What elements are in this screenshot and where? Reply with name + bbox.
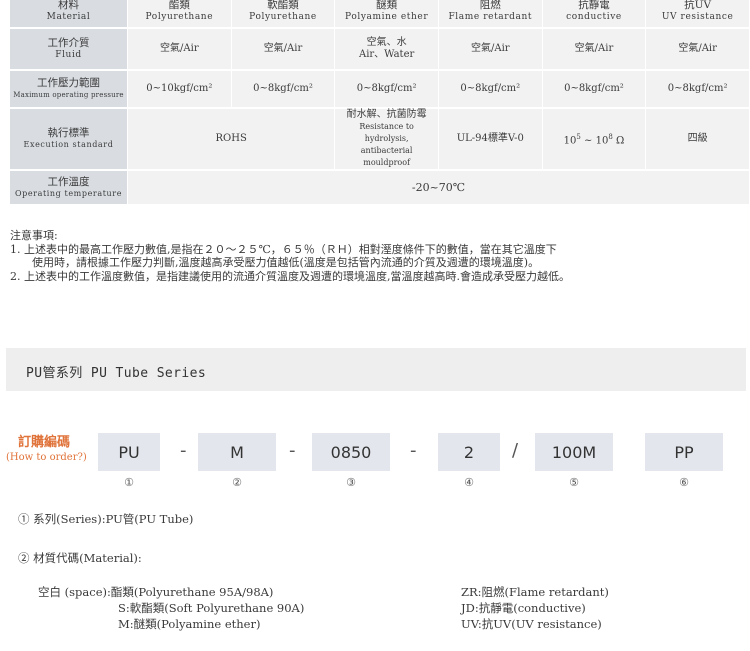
order-sublabel: (How to order?) (6, 452, 87, 463)
material-code-space: 空白 (space):酯類(Polyurethane 95A/98A) (38, 585, 274, 599)
pressure-value: 0~8kgf/cm² (645, 70, 750, 109)
temperature-value: -20~70℃ (127, 170, 750, 206)
standard-ether: 耐水解、抗菌防霉 Resistance to hydrolysis, antib… (334, 108, 439, 171)
material-conductive: 抗靜電 conductive (541, 0, 647, 29)
code-material: M (198, 433, 276, 471)
material-code-jd: JD:抗靜電(conductive) (461, 601, 586, 615)
code-index: ② (232, 476, 242, 489)
code-index: ③ (346, 476, 356, 489)
material-soft-polyurethane: 軟酯類 Polyurethane (230, 0, 336, 29)
material-code-zr: ZR:阻燃(Flame retardant) (461, 585, 609, 599)
fluid-value: 空氣/Air (541, 28, 647, 71)
fluid-row: 工作介質 Fluid 空氣/Air 空氣/Air 空氣、水 Air、Water … (9, 28, 750, 71)
spec-table: 材料 Material 酯類 Polyurethane 軟酯類 Polyuret… (9, 0, 750, 206)
code-package: PP (645, 433, 723, 471)
fluid-label: 工作介質 Fluid (9, 28, 128, 71)
code-size: 0850 (312, 433, 390, 471)
pressure-value: 0~8kgf/cm² (541, 70, 647, 109)
pressure-value: 0~8kgf/cm² (334, 70, 439, 109)
series-header-bar: PU管系列 PU Tube Series (6, 348, 746, 391)
note-1: 1. 上述表中的最高工作壓力數值,是指在２０～２５℃，６５％（ＲＨ）相對溼度條件… (10, 242, 557, 256)
standard-flame: UL-94標準V-0 (437, 108, 543, 171)
material-code-s: S:軟酯類(Soft Polyurethane 90A) (118, 601, 305, 615)
standard-label: 執行標準 Execution standard (9, 108, 128, 171)
notes-title: 注意事項: (10, 229, 58, 242)
temperature-label: 工作溫度 Operating temperature (9, 170, 128, 206)
pressure-value: 0~8kgf/cm² (437, 70, 543, 109)
code-separator: - (180, 440, 187, 461)
code-index: ④ (464, 476, 474, 489)
code-separator: - (289, 440, 296, 461)
code-series: PU (98, 433, 160, 471)
material-code-m: M:醚類(Polyamine ether) (118, 617, 261, 631)
material-code-heading: ② 材質代碼(Material): (18, 551, 142, 565)
material-flame-retardant: 阻燃 Flame retardant (437, 0, 543, 29)
code-index: ⑥ (679, 476, 689, 489)
series-title: PU管系列 PU Tube Series (26, 366, 207, 381)
code-index: ⑤ (569, 476, 579, 489)
standard-row: 執行標準 Execution standard ROHS 耐水解、抗菌防霉 Re… (9, 108, 750, 171)
material-uv-resistance: 抗UV UV resistance (645, 0, 750, 29)
fluid-value: 空氣/Air (437, 28, 543, 71)
material-polyurethane: 酯類 Polyurethane (127, 0, 232, 29)
material-row: 材料 Material 酯類 Polyurethane 軟酯類 Polyuret… (9, 0, 750, 29)
fluid-value: 空氣、水 Air、Water (334, 28, 439, 71)
series-description: ① 系列(Series):PU管(PU Tube) (18, 512, 194, 526)
standard-uv: 四級 (645, 108, 750, 171)
temperature-row: 工作溫度 Operating temperature -20~70℃ (9, 170, 750, 206)
standard-conductive: 105 ~ 108 Ω (541, 108, 647, 171)
code-index: ① (124, 476, 134, 489)
fluid-value: 空氣/Air (127, 28, 232, 71)
code-length: 100M (535, 433, 613, 471)
note-1-continued: 使用時，請根據工作壓力判斷,溫度越高承受壓力值越低(溫度是包括管內流通的介質及週… (32, 256, 540, 269)
standard-rohs: ROHS (126, 108, 336, 171)
pressure-row: 工作壓力範圍 Maximum operating pressure 0~10kg… (9, 70, 750, 109)
pressure-value: 0~8kgf/cm² (230, 70, 336, 109)
code-color: 2 (438, 433, 500, 471)
material-polyamine-ether: 醚類 Polyamine ether (334, 0, 439, 29)
note-2: 2. 上述表中的工作溫度數值，是指建議使用的流通介質溫度及週遭的環境溫度,當溫度… (10, 269, 570, 283)
code-separator: - (410, 440, 417, 461)
order-label: 訂購編碼 (18, 435, 71, 450)
code-separator: / (512, 440, 519, 461)
fluid-value: 空氣/Air (645, 28, 750, 71)
material-label: 材料 Material (9, 0, 128, 29)
material-code-uv: UV:抗UV(UV resistance) (461, 617, 602, 631)
pressure-value: 0~10kgf/cm² (127, 70, 232, 109)
fluid-value: 空氣/Air (230, 28, 336, 71)
notes: 注意事項: 1. 上述表中的最高工作壓力數值,是指在２０～２５℃，６５％（ＲＨ）… (10, 229, 745, 283)
pressure-label: 工作壓力範圍 Maximum operating pressure (9, 70, 128, 109)
